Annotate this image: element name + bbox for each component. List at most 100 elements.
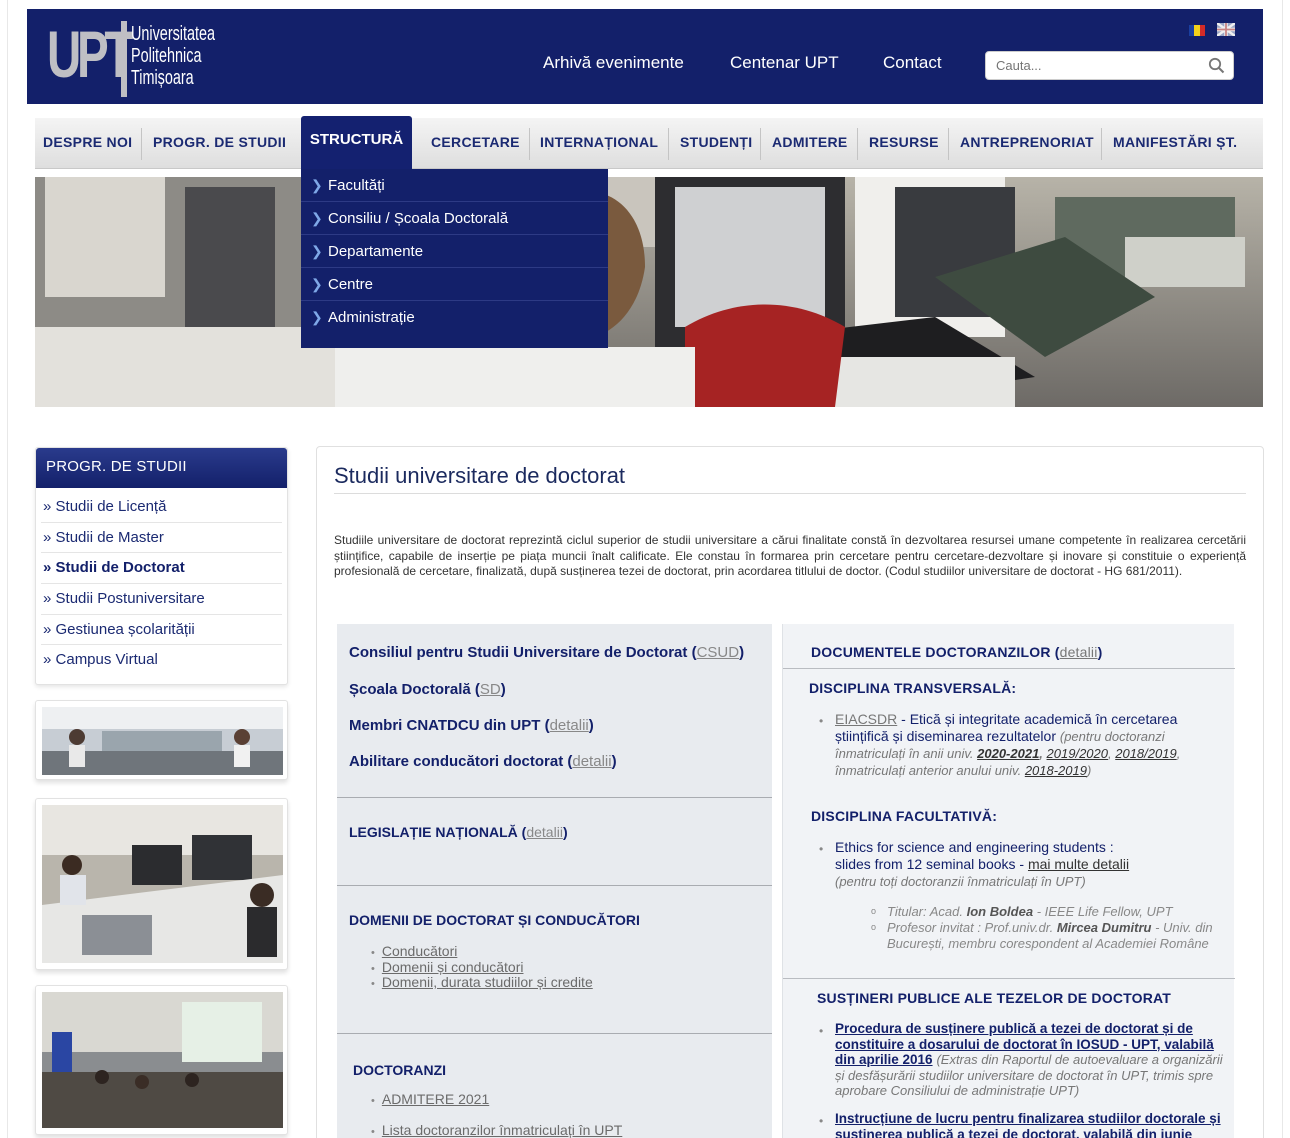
nav-cercetare[interactable]: CERCETARE: [431, 118, 520, 169]
sidebar-item-campus-virtual[interactable]: » Campus Virtual: [41, 645, 282, 676]
sidebar-menu: PROGR. DE STUDII » Studii de Licență » S…: [35, 447, 288, 685]
legislatie-heading: LEGISLAȚIE NAȚIONALĂ (detalii): [349, 824, 568, 840]
divider: [783, 668, 1235, 669]
documente-heading: DOCUMENTELE DOCTORANZILOR (detalii): [811, 644, 1103, 660]
mai-multe-detalii-link[interactable]: mai multe detalii: [1028, 856, 1129, 872]
eiacsdr-item: EIACSDR - Etică și integritate academică…: [835, 711, 1181, 778]
chevron-right-icon: ❯: [311, 209, 323, 226]
page-title: Studii universitare de doctorat: [334, 463, 626, 488]
structura-dropdown-menu: ❯ Facultăți ❯ Consiliu / Școala Doctorală …: [301, 169, 608, 348]
title-divider: [334, 493, 1246, 494]
lista-doctoranzi-link[interactable]: • Lista doctoranzilor înmatriculați în UP…: [371, 1122, 622, 1138]
seminar-photo[interactable]: [35, 985, 288, 1135]
year-link[interactable]: 2018-2019: [1025, 763, 1087, 778]
nav-separator: [529, 128, 530, 160]
list-item[interactable]: • Domenii și conducători: [371, 959, 593, 976]
nav-despre-noi[interactable]: DESPRE NOI: [43, 118, 132, 169]
titular-line: Titular: Acad. Ion Boldea - IEEE Life Fe…: [887, 904, 1173, 919]
documente-details-link[interactable]: detalii: [1060, 644, 1098, 660]
bullet: o: [871, 922, 877, 932]
search-box[interactable]: [985, 51, 1234, 80]
nav-progr-de-studii[interactable]: PROGR. DE STUDII: [153, 118, 286, 169]
domenii-heading: DOMENII DE DOCTORAT ȘI CONDUCĂTORI: [349, 912, 640, 928]
domenii-list: • Conducători • Domenii și conducători • Do…: [371, 944, 593, 991]
doctoranzi-list: • ADMITERE 2021 • Lista doctoranzilor înma…: [371, 1092, 622, 1138]
section-consiliu: Consiliul pentru Studii Universitare de …: [337, 624, 772, 798]
lab-photo-2[interactable]: [35, 798, 288, 970]
english-flag-icon[interactable]: [1217, 23, 1235, 36]
eiacsdr-link[interactable]: EIACSDR: [835, 711, 897, 727]
dropdown-item-facultati[interactable]: ❯ Facultăți: [301, 169, 608, 202]
logo-text: Universitatea Politehnica Timișoara: [131, 23, 216, 89]
search-input[interactable]: [996, 52, 1196, 79]
cnatdcu-details-link[interactable]: detalii: [550, 717, 589, 734]
bullet: o: [871, 906, 877, 916]
bullet: •: [819, 714, 824, 728]
sidebar-item-doctorat[interactable]: » Studii de Doctorat: [41, 553, 282, 585]
invitat-line: Profesor invitat : Prof.univ.dr. Mircea …: [887, 920, 1213, 951]
year-link[interactable]: 2019/2020: [1047, 746, 1108, 761]
chevron-right-icon: ❯: [311, 242, 323, 259]
chevron-right-icon: ❯: [311, 176, 323, 193]
sd-link[interactable]: SD: [480, 681, 501, 698]
search-icon[interactable]: [1208, 57, 1225, 74]
abilitare-details-link[interactable]: detalii: [572, 753, 611, 770]
doctoranzi-heading: DOCTORANZI: [353, 1062, 447, 1078]
facultativa-heading: DISCIPLINA FACULTATIVĂ:: [811, 808, 998, 824]
ethics-item: Ethics for science and engineering stude…: [835, 839, 1130, 889]
dropdown-item-consiliu-scoala-doctorala[interactable]: ❯ Consiliu / Școala Doctorală: [301, 202, 608, 235]
nav-separator: [668, 128, 669, 160]
sidebar-item-licenta[interactable]: » Studii de Licență: [41, 492, 282, 523]
transversala-heading: DISCIPLINA TRANSVERSALĂ:: [809, 680, 1017, 696]
year-link[interactable]: 2018/2019: [1115, 746, 1176, 761]
instructiune-link[interactable]: Instrucțiune de lucru pentru finalizarea…: [835, 1111, 1221, 1138]
logo-mark: UPT: [47, 17, 133, 91]
link-arhiva-evenimente[interactable]: Arhivă evenimente: [543, 53, 684, 73]
list-item[interactable]: • Domenii, durata studiilor și credite: [371, 975, 593, 991]
dropdown-item-departamente[interactable]: ❯ Departamente: [301, 235, 608, 268]
right-column: DOCUMENTELE DOCTORANZILOR (detalii) DISC…: [782, 624, 1235, 1138]
dropdown-item-administratie[interactable]: ❯ Administrație: [301, 301, 608, 334]
left-column: Consiliul pentru Studii Universitare de …: [337, 624, 772, 1138]
link-contact[interactable]: Contact: [883, 53, 942, 73]
bullet: •: [819, 1024, 824, 1038]
sidebar-title: PROGR. DE STUDII: [36, 448, 287, 488]
dropdown-item-centre[interactable]: ❯ Centre: [301, 268, 608, 301]
instructiune-item: Instrucțiune de lucru pentru finalizarea…: [835, 1111, 1229, 1138]
sidebar-item-postuniversitare[interactable]: » Studii Postuniversitare: [41, 584, 282, 615]
nav-structura[interactable]: STRUCTURĂ: [301, 116, 412, 169]
chevron-right-icon: ❯: [311, 275, 323, 292]
nav-separator: [760, 128, 761, 160]
university-logo[interactable]: UPT Universitatea Politehnica Timișoara: [47, 17, 217, 97]
nav-manifestari[interactable]: MANIFESTĂRI ȘT.: [1113, 118, 1237, 169]
legislatie-details-link[interactable]: detalii: [526, 824, 563, 840]
sidebar-item-scolaritate[interactable]: » Gestiunea școlarității: [41, 615, 282, 646]
sd-heading: Școala Doctorală (SD): [349, 681, 506, 698]
section-domenii: DOMENII DE DOCTORAT ȘI CONDUCĂTORI • Cond…: [337, 886, 772, 1034]
csud-link[interactable]: CSUD: [697, 644, 740, 661]
section-doctoranzi: DOCTORANZI • ADMITERE 2021 • Lista doctora…: [337, 1034, 772, 1138]
list-item[interactable]: • Conducători: [371, 944, 593, 960]
nav-resurse[interactable]: RESURSE: [869, 118, 939, 169]
lab-photo-1[interactable]: [35, 700, 288, 780]
nav-international[interactable]: INTERNAȚIONAL: [540, 118, 658, 169]
admitere-2021-link[interactable]: • ADMITERE 2021: [371, 1092, 622, 1108]
logo-bar: [121, 21, 127, 97]
sidebar-item-master[interactable]: » Studii de Master: [41, 523, 282, 554]
nav-admitere[interactable]: ADMITERE: [772, 118, 848, 169]
chevron-right-icon: ❯: [311, 309, 323, 325]
bullet: •: [819, 842, 824, 856]
section-legislatie: LEGISLAȚIE NAȚIONALĂ (detalii): [337, 798, 772, 886]
sustineri-heading: SUSȚINERI PUBLICE ALE TEZELOR DE DOCTORA…: [817, 990, 1172, 1006]
nav-studenti[interactable]: STUDENȚI: [680, 118, 752, 169]
link-centenar-upt[interactable]: Centenar UPT: [730, 53, 839, 73]
nav-antreprenoriat[interactable]: ANTREPRENORIAT: [960, 118, 1094, 169]
procedura-item: Procedura de susținere publică a tezei d…: [835, 1021, 1223, 1098]
site-header: UPT Universitatea Politehnica Timișoara …: [27, 9, 1263, 104]
year-link[interactable]: 2020-2021: [977, 746, 1039, 761]
divider: [783, 978, 1235, 979]
csud-heading: Consiliul pentru Studii Universitare de …: [349, 644, 745, 661]
romanian-flag-icon[interactable]: [1189, 25, 1205, 36]
cnatdcu-heading: Membri CNATDCU din UPT (detalii): [349, 717, 594, 734]
nav-separator: [1101, 128, 1102, 160]
